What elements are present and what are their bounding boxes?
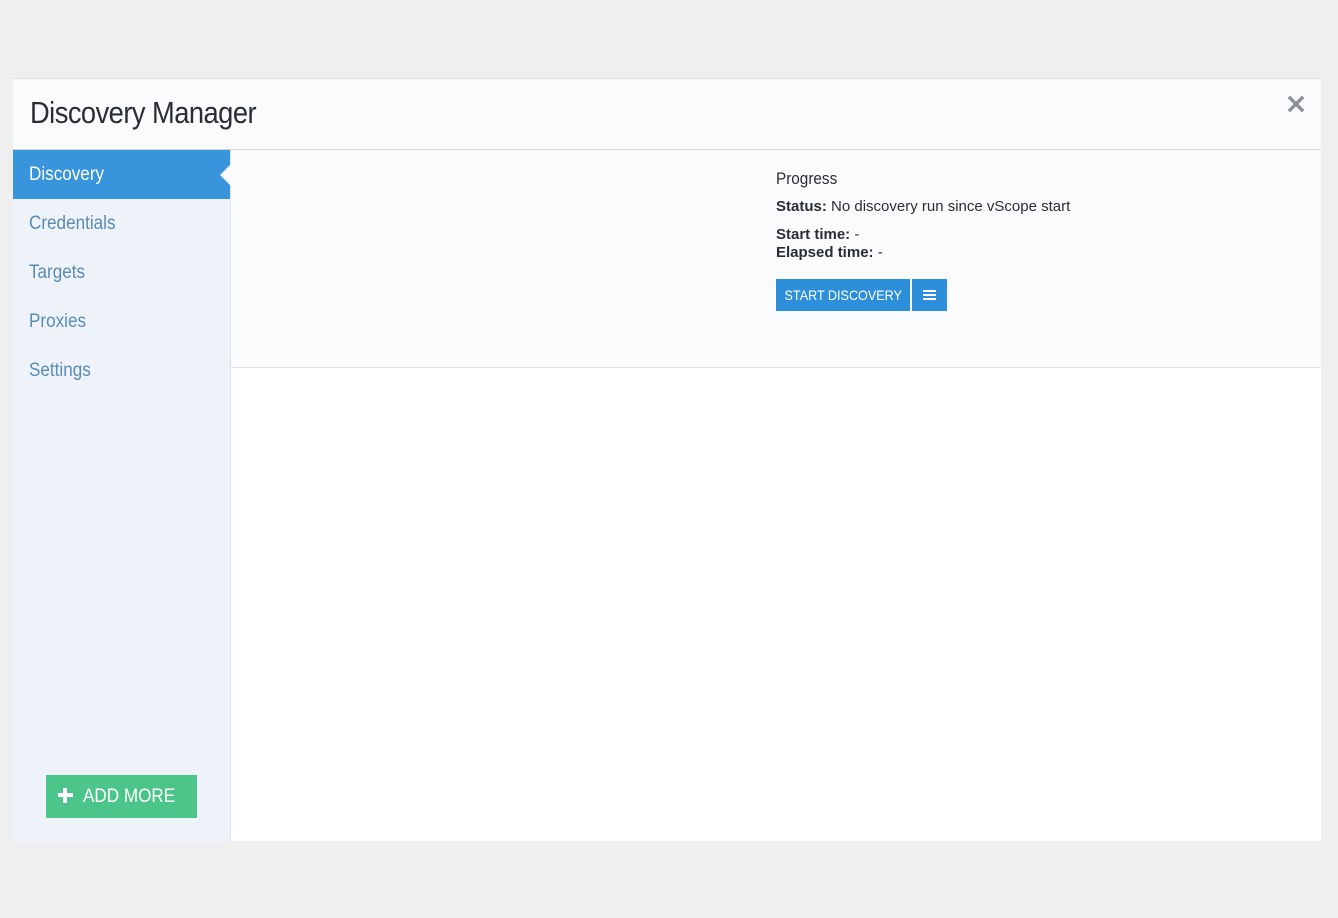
sidebar-item-label: Proxies	[29, 311, 87, 332]
discovery-manager-dialog: Discovery Manager Discovery Credentials …	[13, 78, 1321, 842]
status-line: Status: No discovery run since vScope st…	[776, 198, 1070, 216]
start-time-value: -	[854, 226, 860, 243]
add-more-label: ADD MORE	[82, 786, 175, 807]
dialog-title: Discovery Manager	[30, 95, 257, 130]
close-icon	[1287, 95, 1305, 113]
start-discovery-button[interactable]: START DISCOVERY	[776, 279, 910, 311]
plus-icon	[57, 788, 73, 803]
elapsed-time-label: Elapsed time:	[776, 244, 874, 261]
add-more-button[interactable]: ADD MORE	[46, 775, 197, 818]
sidebar-item-proxies[interactable]: Proxies	[13, 297, 230, 346]
sidebar: Discovery Credentials Targets Proxies Se…	[13, 150, 231, 842]
status-label: Status:	[776, 198, 827, 215]
sidebar-item-label: Credentials	[29, 213, 116, 234]
sidebar-item-discovery[interactable]: Discovery	[13, 150, 231, 199]
close-button[interactable]	[1287, 95, 1305, 113]
progress-section: Progress Status: No discovery run since …	[776, 168, 1070, 311]
sidebar-item-label: Settings	[29, 360, 91, 381]
sidebar-item-label: Targets	[29, 262, 86, 283]
menu-icon	[923, 290, 936, 300]
dialog-header: Discovery Manager	[13, 79, 1321, 150]
discovery-button-group: START DISCOVERY	[776, 279, 1070, 311]
sidebar-item-settings[interactable]: Settings	[13, 346, 230, 395]
progress-panel: Progress Status: No discovery run since …	[231, 150, 1321, 368]
start-time-line: Start time: -	[776, 226, 1070, 244]
elapsed-time-line: Elapsed time: -	[776, 244, 1070, 262]
sidebar-item-label: Discovery	[29, 164, 105, 185]
start-time-label: Start time:	[776, 226, 851, 243]
sidebar-item-credentials[interactable]: Credentials	[13, 199, 230, 248]
status-value: No discovery run since vScope start	[831, 198, 1071, 215]
sidebar-item-targets[interactable]: Targets	[13, 248, 230, 297]
start-discovery-label: START DISCOVERY	[784, 287, 902, 303]
progress-title: Progress	[776, 169, 838, 188]
elapsed-time-value: -	[877, 244, 883, 261]
discovery-menu-button[interactable]	[912, 279, 947, 311]
